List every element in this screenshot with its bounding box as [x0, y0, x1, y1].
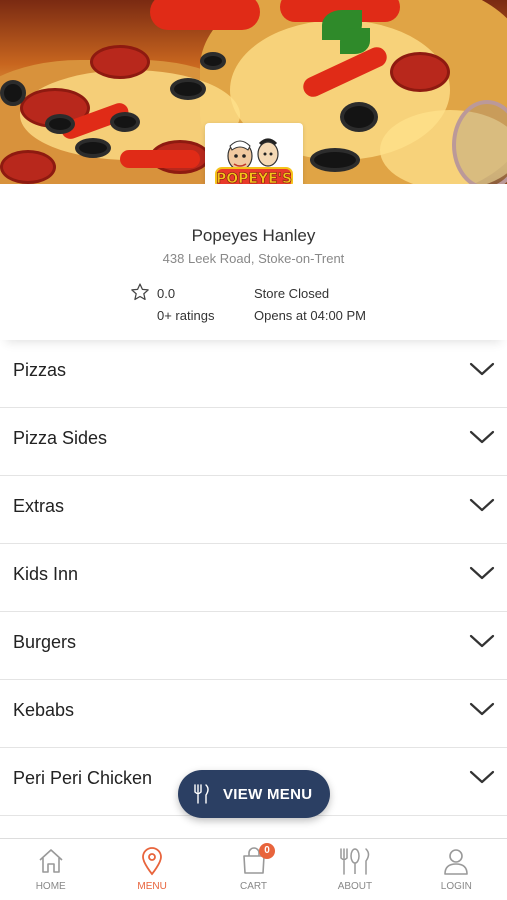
tab-label: MENU — [137, 881, 167, 892]
chevron-down-icon[interactable] — [469, 428, 495, 446]
menu-category-extras[interactable]: Extras — [0, 476, 507, 544]
star-icon[interactable] — [130, 282, 150, 302]
chevron-down-icon[interactable] — [469, 768, 495, 786]
view-menu-label: VIEW MENU — [223, 785, 313, 803]
menu-category-kids-inn[interactable]: Kids Inn — [0, 544, 507, 612]
tab-about[interactable]: ABOUT — [304, 839, 405, 900]
store-name: Popeyes Hanley — [191, 226, 316, 245]
category-label: Peri Peri Chicken — [13, 768, 153, 788]
rating-value: 0.0 — [157, 286, 176, 301]
category-label: Extras — [13, 496, 65, 516]
user-icon — [444, 849, 469, 875]
category-label: Burgers — [13, 632, 77, 652]
tab-label: HOME — [35, 881, 66, 892]
tab-home[interactable]: HOME — [0, 839, 101, 900]
category-label: Kids Inn — [13, 564, 79, 584]
tab-label: LOGIN — [440, 881, 472, 892]
chevron-down-icon[interactable] — [469, 496, 495, 514]
tab-login[interactable]: LOGIN — [406, 839, 507, 900]
menu-category-kebabs[interactable]: Kebabs — [0, 680, 507, 748]
store-opening-time: Opens at 04:00 PM — [254, 308, 367, 323]
chevron-down-icon[interactable] — [469, 360, 495, 378]
chevron-down-icon[interactable] — [469, 700, 495, 718]
store-address: 438 Leek Road, Stoke-on-Trent — [162, 251, 345, 266]
tab-label: CART — [239, 881, 268, 892]
bottom-tab-bar: HOME MENU CART ABOUT LOGIN 0 — [0, 838, 507, 900]
store-info-panel: Popeyes Hanley 438 Leek Road, Stoke-on-T… — [0, 184, 507, 340]
rating-count: 0+ ratings — [157, 308, 215, 323]
cart-count-badge: 0 — [259, 843, 275, 859]
category-label: Kebabs — [13, 700, 75, 720]
tab-menu[interactable]: MENU — [101, 839, 202, 900]
category-label: Pizza Sides — [13, 428, 108, 448]
menu-category-list: Pizzas Pizza Sides Extras Kids Inn Burge… — [0, 340, 507, 816]
menu-category-pizza-sides[interactable]: Pizza Sides — [0, 408, 507, 476]
map-pin-icon — [142, 847, 163, 876]
chevron-down-icon[interactable] — [469, 632, 495, 650]
category-label: Pizzas — [13, 360, 67, 380]
view-menu-button[interactable]: VIEW MENU — [178, 770, 330, 818]
store-status: Store Closed — [254, 286, 330, 301]
menu-category-burgers[interactable]: Burgers — [0, 612, 507, 680]
home-icon — [39, 849, 63, 873]
menu-category-pizzas[interactable]: Pizzas — [0, 340, 507, 408]
tab-label: ABOUT — [337, 881, 373, 892]
cutlery-icon — [340, 848, 370, 875]
chevron-down-icon[interactable] — [469, 564, 495, 582]
tab-cart[interactable]: CART — [203, 839, 304, 900]
cutlery-icon — [194, 784, 209, 804]
